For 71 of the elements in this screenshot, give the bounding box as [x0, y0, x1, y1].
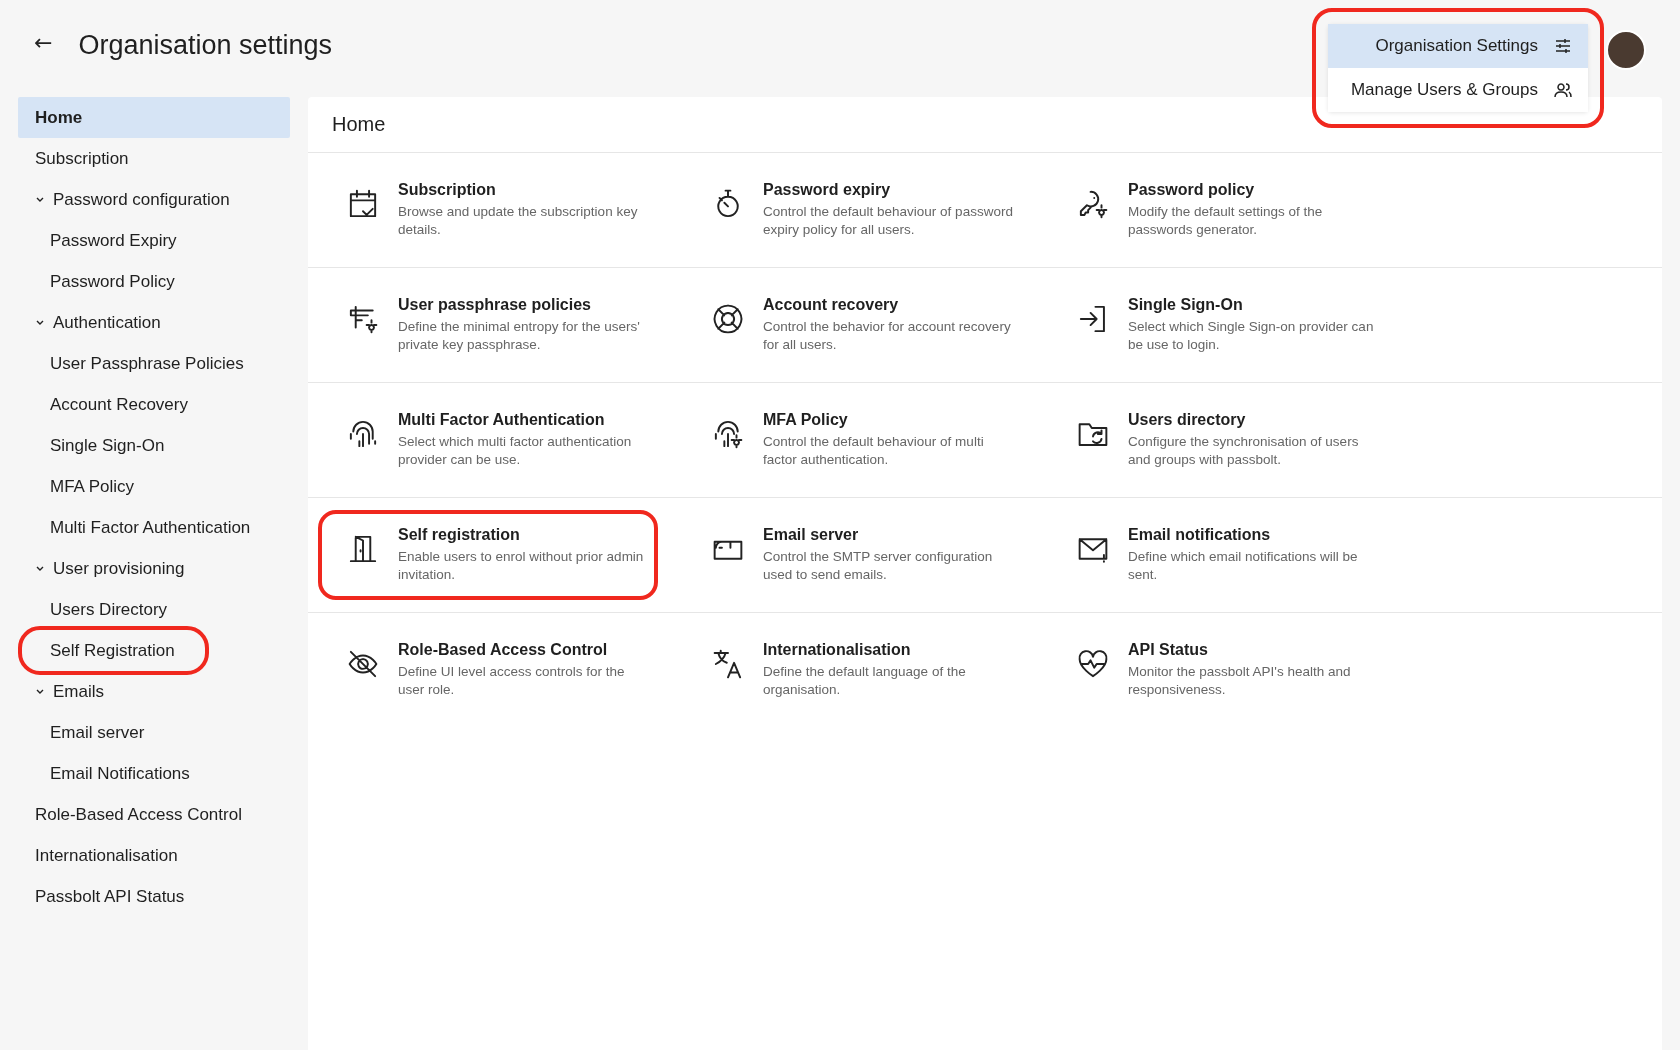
card-description: Control the behavior for account recovery for all users.	[763, 317, 1012, 354]
settings-card[interactable]: Users directory Configure the synchronisation of users and groups with passbolt.	[1048, 394, 1388, 486]
sidebar-group[interactable]: Authentication	[18, 302, 290, 343]
card-description: Select which multi factor authentication provider can be use.	[398, 432, 633, 469]
card-description: Modify the default settings of the passwords generator.	[1128, 202, 1324, 239]
sidebar-group[interactable]: Password configuration	[18, 179, 290, 220]
sidebar-item[interactable]: Email Notifications	[18, 753, 224, 794]
card-description: Select which Single Sign-on provider can be use to login.	[1128, 317, 1375, 354]
sidebar-item[interactable]: Self Registration	[18, 626, 209, 675]
settings-card[interactable]: Account recovery Control the behavior for account recovery for all users.	[683, 279, 1023, 371]
sidebar-item[interactable]: Internationalisation	[18, 835, 290, 876]
card-description: Configure the synchronisation of users and groups with passbolt.	[1128, 432, 1360, 469]
menu-item[interactable]: Organisation Settings	[1328, 24, 1588, 68]
sidebar-item[interactable]: Home	[18, 97, 290, 138]
card-description: Control the default behaviour of multi factor authentication.	[763, 432, 985, 469]
sidebar-item[interactable]: Subscription	[18, 138, 290, 179]
card-title: Internationalisation	[763, 640, 912, 659]
settings-card[interactable]: Internationalisation Define the default language of the organisation.	[683, 624, 1023, 716]
settings-card[interactable]: Email notifications Define which email notifications will be sent.	[1048, 509, 1388, 601]
sidebar-item[interactable]: Password Policy	[18, 261, 209, 302]
card-title: Account recovery	[763, 295, 900, 314]
card-description: Define the default language of the organisation.	[763, 662, 967, 699]
card-description: Control the default behaviour of password expiry policy for all users.	[763, 202, 1013, 239]
page-title: Organisation settings	[78, 30, 333, 61]
sidebar-item[interactable]: User Passphrase Policies	[18, 343, 278, 384]
settings-card[interactable]: Password expiry Control the default behaviour of password expiry policy for all users.	[683, 164, 1023, 256]
card-description: Enable users to enrol without prior admin invitation.	[398, 547, 645, 584]
sidebar-item[interactable]: Account Recovery	[18, 384, 222, 425]
card-title: Single Sign-On	[1128, 295, 1244, 314]
card-description: Monitor the passbolt API's health and responsiveness.	[1128, 662, 1352, 699]
sidebar-item[interactable]: Role-Based Access Control	[18, 794, 290, 835]
card-title: API Status	[1128, 640, 1209, 659]
sliders-icon	[1554, 37, 1572, 55]
card-description: Define the minimal entropy for the users' private key passphrase.	[398, 317, 641, 354]
sidebar-item[interactable]: MFA Policy	[18, 466, 169, 507]
settings-card[interactable]: Single Sign-On Select which Single Sign-on provider can be use to login.	[1048, 279, 1388, 371]
settings-card[interactable]: Password policy Modify the default settings of the passwords generator.	[1048, 164, 1388, 256]
card-title: Password policy	[1128, 180, 1256, 199]
card-title: Email notifications	[1128, 525, 1272, 544]
card-description: Control the SMTP server configuration used to send emails.	[763, 547, 994, 584]
card-description: Browse and update the subscription key details.	[398, 202, 639, 239]
card-description: Define UI level access controls for the user role.	[398, 662, 626, 699]
avatar[interactable]	[1606, 30, 1646, 70]
back-button[interactable]: ←	[30, 30, 57, 55]
sidebar-item[interactable]: Email server	[18, 712, 179, 753]
card-title: Multi Factor Authentication	[398, 410, 606, 429]
card-title: MFA Policy	[763, 410, 849, 429]
sidebar-item[interactable]: Password Expiry	[18, 220, 211, 261]
card-description: Define which email notifications will be sent.	[1128, 547, 1359, 584]
card-title: Subscription	[398, 180, 497, 199]
settings-card[interactable]: Email server Control the SMTP server configuration used to send emails.	[683, 509, 1023, 601]
users-icon	[1554, 81, 1572, 99]
card-title: Users directory	[1128, 410, 1247, 429]
settings-card[interactable]: Role-Based Access Control Define UI level access controls for the user role.	[318, 624, 658, 716]
sidebar-item[interactable]: Passbolt API Status	[18, 876, 290, 917]
sidebar-group[interactable]: User provisioning	[18, 548, 290, 589]
sidebar-item[interactable]: Multi Factor Authentication	[18, 507, 285, 548]
sidebar-item[interactable]: Single Sign-On	[18, 425, 199, 466]
card-title: Email server	[763, 525, 860, 544]
settings-card[interactable]: Subscription Browse and update the subscription key details.	[318, 164, 658, 256]
settings-card[interactable]: API Status Monitor the passbolt API's health and responsiveness.	[1048, 624, 1388, 716]
card-title: User passphrase policies	[398, 295, 592, 314]
settings-card[interactable]: Self registration Enable users to enrol without prior admin invitation.	[318, 509, 658, 601]
settings-card[interactable]: User passphrase policies Define the minimal entropy for the users' private key passphrase.	[318, 279, 658, 371]
card-title: Role-Based Access Control	[398, 640, 609, 659]
settings-card[interactable]: MFA Policy Control the default behaviour of multi factor authentication.	[683, 394, 1023, 486]
menu-item[interactable]: Manage Users & Groups	[1328, 68, 1588, 112]
card-title: Password expiry	[763, 180, 892, 199]
panel-title: Home	[332, 113, 386, 136]
card-title: Self registration	[398, 525, 521, 544]
settings-card[interactable]: Multi Factor Authentication Select which multi factor authentication provider can be use.	[318, 394, 658, 486]
